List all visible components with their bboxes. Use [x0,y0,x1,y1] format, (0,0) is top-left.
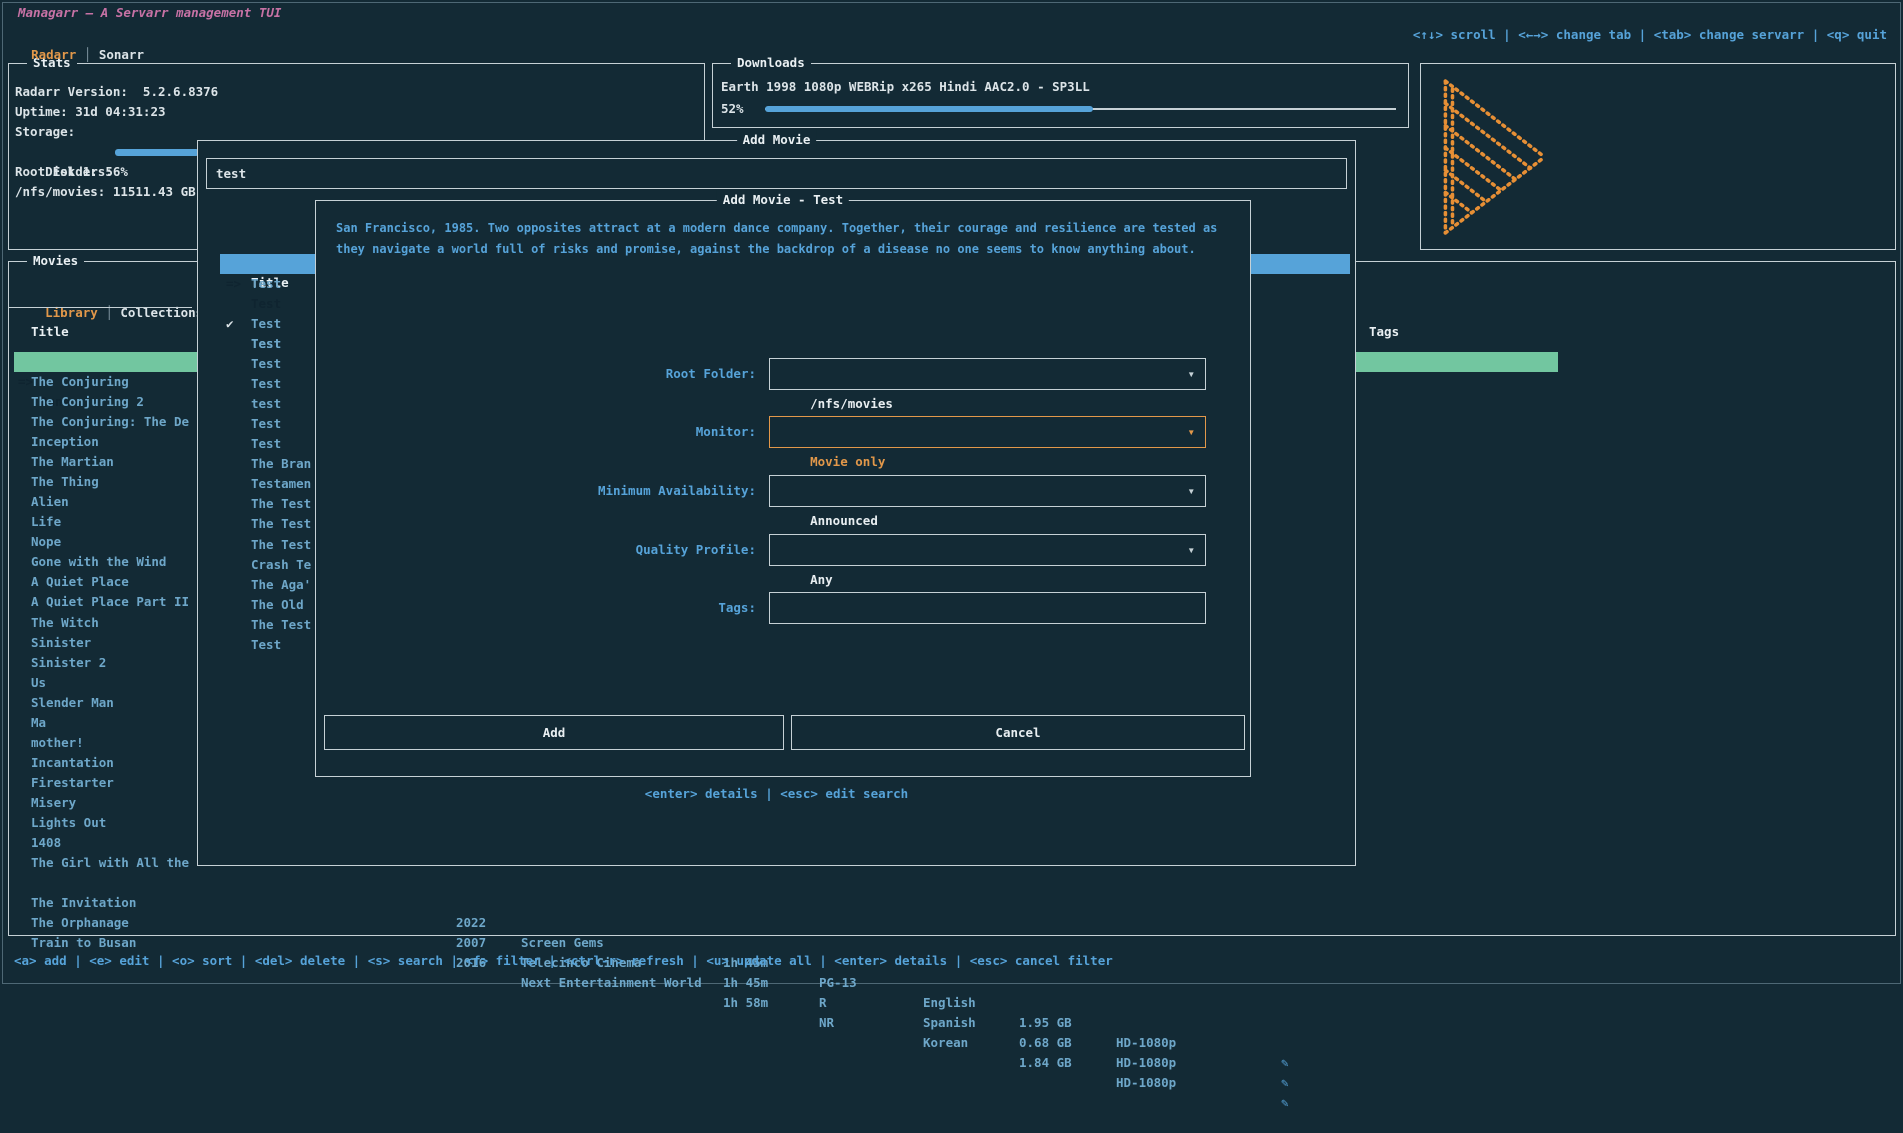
tab-separator [76,47,84,62]
chevron-down-icon: ▾ [1187,359,1195,389]
column-header-tags: Tags [1369,322,1399,342]
root-folder-value: /nfs/movies: 11511.43 GB [15,182,196,202]
tab-sonarr[interactable]: Sonarr [99,47,144,62]
managarr-play-logo-icon [1439,73,1551,241]
movie-row[interactable]: The Orphanage 2007 Telecinco Cinema 1h 4… [14,893,1558,913]
movie-runtime: 1h 45m [723,973,768,993]
download-gauge-fill [765,106,1093,112]
uptime: Uptime: 31d 04:31:23 [15,102,166,122]
movie-language: Spanish [923,1013,976,1033]
add-button[interactable]: Add [324,715,784,750]
movie-size: 1.95 GB [1019,1013,1072,1033]
movie-quality: HD-1080p [1116,1033,1176,1053]
quality-profile-label: Quality Profile: [316,540,756,560]
movie-quality: HD-1080p [1116,1073,1176,1093]
chevron-down-icon: ▾ [1187,535,1195,565]
movie-certification: NR [819,1013,834,1033]
movie-certification: PG-13 [819,973,857,993]
chevron-down-icon: ▾ [1187,476,1195,506]
add-movie-panel-title: Add Movie [737,130,817,150]
edit-icon: ✎ [1281,1093,1289,1113]
column-header-title: Title [31,322,69,342]
edit-icon: ✎ [1281,1073,1289,1093]
movie-row[interactable]: The Invitation 2022 Screen Gems 1h 45m P… [14,873,1558,893]
radarr-version: Radarr Version: 5.2.6.8376 [15,82,218,102]
tabs-underline [9,307,192,308]
minimum-availability-dropdown[interactable]: Announced ▾ [769,475,1206,507]
chevron-down-icon: ▾ [1187,417,1195,447]
minimum-availability-label: Minimum Availability: [316,481,756,501]
monitor-label: Monitor: [316,422,756,442]
movies-panel-title: Movies [27,251,84,271]
download-item: Earth 1998 1080p WEBRip x265 Hindi AAC2.… [721,77,1401,97]
downloads-panel: Downloads Earth 1998 1080p WEBRip x265 H… [712,63,1409,128]
tags-input[interactable] [769,592,1206,624]
disk-usage-fill [115,149,199,156]
add-movie-modal: Add Movie - Test San Francisco, 1985. Tw… [315,200,1251,777]
add-movie-keybindings: <enter> details | <esc> edit search [198,784,1355,804]
movie-language: Korean [923,1033,968,1053]
download-progress-row: 52% [721,99,1398,119]
movie-year: 2007 [456,933,486,953]
monitor-dropdown[interactable]: Movie only ▾ [769,416,1206,448]
header-keybindings: <↑↓> scroll | <←→> change tab | <tab> ch… [1413,25,1887,45]
movie-runtime: 1h 58m [723,993,768,1013]
app-title: Managarr — A Servarr management TUI [14,3,285,23]
downloads-panel-title: Downloads [731,53,811,73]
edit-icon: ✎ [1281,1053,1289,1073]
movie-overview: San Francisco, 1985. Two opposites attra… [336,218,1229,259]
movie-search-input[interactable] [206,158,1347,189]
footer-keybindings: <a> add | <e> edit | <o> sort | <del> de… [14,951,1113,971]
root-folder-label: Root Folder: [316,364,756,384]
download-gauge [765,99,1396,119]
quality-profile-dropdown[interactable]: Any ▾ [769,534,1206,566]
movie-studio: Next Entertainment World [521,973,702,993]
cancel-button[interactable]: Cancel [791,715,1245,750]
modal-title: Add Movie - Test [717,190,849,210]
root-folders-label: Root Folders: [15,162,113,182]
tab-radarr[interactable]: Radarr [31,47,76,62]
movie-certification: R [819,993,827,1013]
movie-size: 0.68 GB [1019,1033,1072,1053]
movie-studio: Screen Gems [521,933,604,953]
tags-label: Tags: [316,598,756,618]
root-folder-dropdown[interactable]: /nfs/movies ▾ [769,358,1206,390]
movie-size: 1.84 GB [1019,1053,1072,1073]
movie-quality: HD-1080p [1116,1053,1176,1073]
storage-label: Storage: [15,122,75,142]
movie-language: English [923,993,976,1013]
logo-panel [1420,63,1896,250]
download-percent: 52% [721,99,744,119]
movie-row[interactable]: Train to Busan 2016 Next Entertainment W… [14,913,1558,933]
